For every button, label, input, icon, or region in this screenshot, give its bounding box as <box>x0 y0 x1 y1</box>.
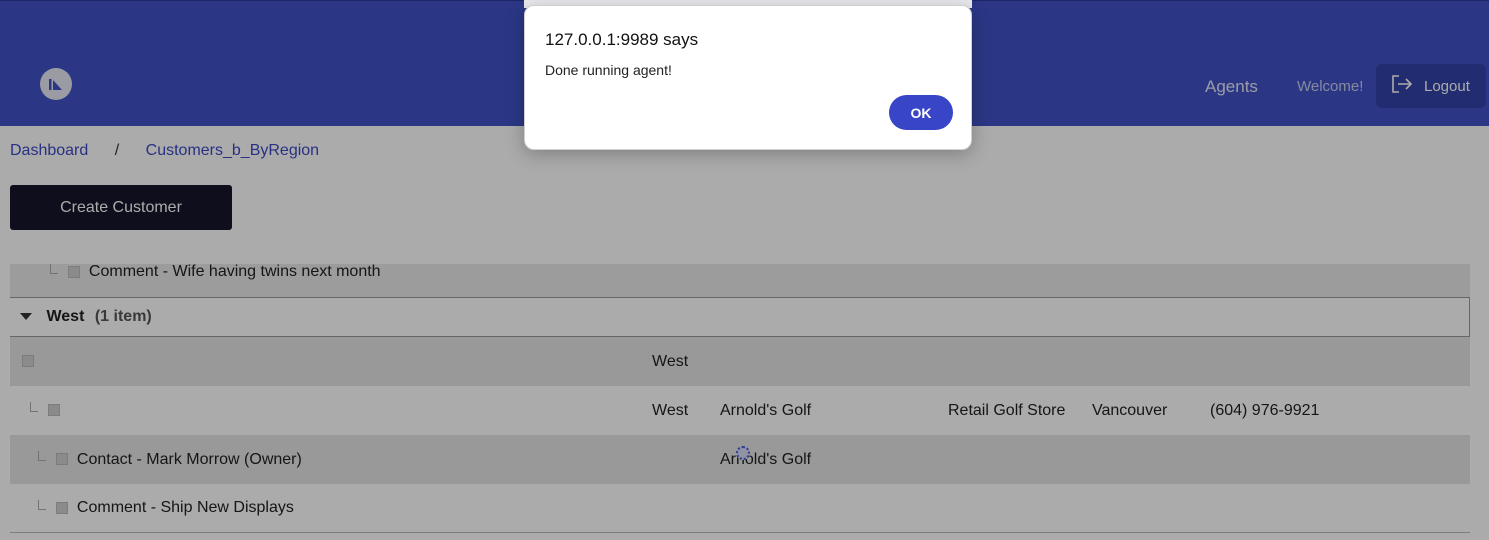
dialog-title: 127.0.0.1:9989 says <box>545 30 699 49</box>
dialog-message: Done running agent! <box>545 62 672 78</box>
ok-button[interactable]: OK <box>889 95 953 130</box>
alert-dialog: 127.0.0.1:9989 says Done running agent! … <box>524 5 972 150</box>
